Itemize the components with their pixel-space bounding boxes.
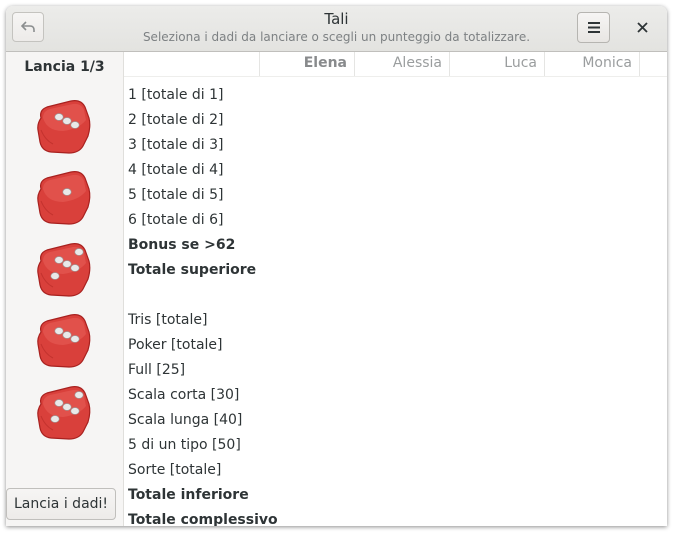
dice-sidebar: Lancia 1/3 Lancia i dadi! [6, 52, 124, 526]
score-row-label[interactable]: Bonus se >62 [128, 236, 235, 254]
score-row-label[interactable]: Totale superiore [128, 261, 256, 279]
roll-dice-button[interactable]: Lancia i dadi! [6, 488, 116, 520]
die-one-icon[interactable] [33, 167, 93, 227]
die-three-icon[interactable] [33, 96, 93, 156]
player-column-header: Elena [303, 55, 347, 71]
window-title: Tali [324, 10, 349, 28]
score-row-label[interactable]: Scala lunga [40] [128, 411, 242, 429]
close-button[interactable] [630, 16, 654, 40]
close-icon [636, 18, 648, 38]
score-row-label[interactable]: Totale inferiore [128, 486, 249, 504]
score-row-label[interactable]: 5 di un tipo [50] [128, 436, 241, 454]
die-five-icon[interactable] [33, 239, 93, 299]
scoreboard: Elena Alessia Luca Monica 1 [totale di 1] 2 … [124, 52, 667, 526]
score-row-label[interactable]: Tris [totale] [128, 311, 207, 329]
score-row-label[interactable]: 3 [totale di 3] [128, 136, 224, 154]
die-five-icon[interactable] [33, 382, 93, 442]
app-window: Tali Seleziona i dadi da lanciare o sceg… [6, 6, 667, 526]
title-block: Tali Seleziona i dadi da lanciare o sceg… [6, 10, 667, 45]
main-menu-button[interactable] [577, 12, 610, 43]
player-column-header: Monica [582, 55, 632, 71]
score-row-label[interactable]: Poker [totale] [128, 336, 223, 354]
hamburger-menu-icon [587, 18, 600, 37]
score-row-label[interactable]: 6 [totale di 6] [128, 211, 224, 229]
headerbar: Tali Seleziona i dadi da lanciare o sceg… [6, 6, 667, 52]
roll-counter: Lancia 1/3 [24, 59, 105, 75]
player-column-header: Alessia [392, 55, 442, 71]
score-row-label[interactable]: Totale complessivo [128, 511, 278, 526]
score-row-label[interactable]: 4 [totale di 4] [128, 161, 224, 179]
score-row-label[interactable]: Full [25] [128, 361, 185, 379]
scoreboard-header: Elena Alessia Luca Monica [124, 52, 667, 77]
die-three-icon[interactable] [33, 310, 93, 370]
column-separator [639, 52, 640, 76]
score-row-label[interactable]: Sorte [totale] [128, 461, 221, 479]
score-row-label[interactable]: Scala corta [30] [128, 386, 239, 404]
score-row-label[interactable]: 5 [totale di 5] [128, 186, 224, 204]
score-row-label[interactable]: 1 [totale di 1] [128, 86, 224, 104]
score-row-label[interactable]: 2 [totale di 2] [128, 111, 224, 129]
player-column-header: Luca [504, 55, 537, 71]
window-subtitle: Seleziona i dadi da lanciare o scegli un… [142, 30, 531, 44]
